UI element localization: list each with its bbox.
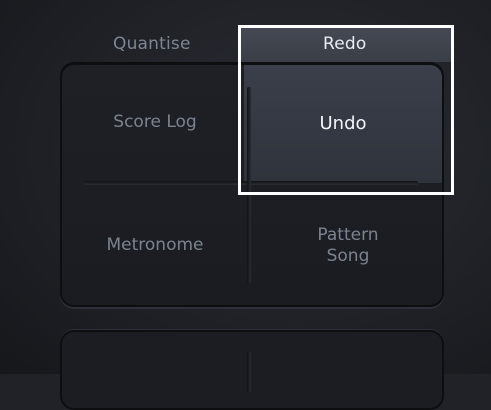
quantise-label: Quantise (113, 34, 191, 54)
lower-vertical-divider (247, 352, 251, 392)
controller-surface: Quantise Redo Score Log Undo Metronome P… (0, 0, 491, 410)
metronome-label: Metronome (106, 235, 204, 256)
pattern-song-label: Pattern Song (317, 225, 378, 268)
pattern-label: Pattern (317, 224, 379, 245)
undo-label: Undo (319, 112, 367, 134)
vertical-divider (247, 87, 251, 283)
undo-pad[interactable]: Undo (244, 65, 442, 183)
song-label: Song (326, 246, 370, 266)
score-log-pad[interactable]: Score Log (60, 63, 250, 183)
score-log-label: Score Log (113, 112, 197, 133)
redo-label: Redo (323, 34, 367, 54)
lower-pad-group[interactable] (60, 330, 444, 410)
metronome-pad[interactable]: Metronome (60, 185, 250, 307)
horizontal-divider (84, 181, 418, 185)
pattern-song-pad[interactable]: Pattern Song (252, 185, 444, 307)
pad-group: Score Log Undo Metronome Pattern Song (60, 63, 444, 307)
